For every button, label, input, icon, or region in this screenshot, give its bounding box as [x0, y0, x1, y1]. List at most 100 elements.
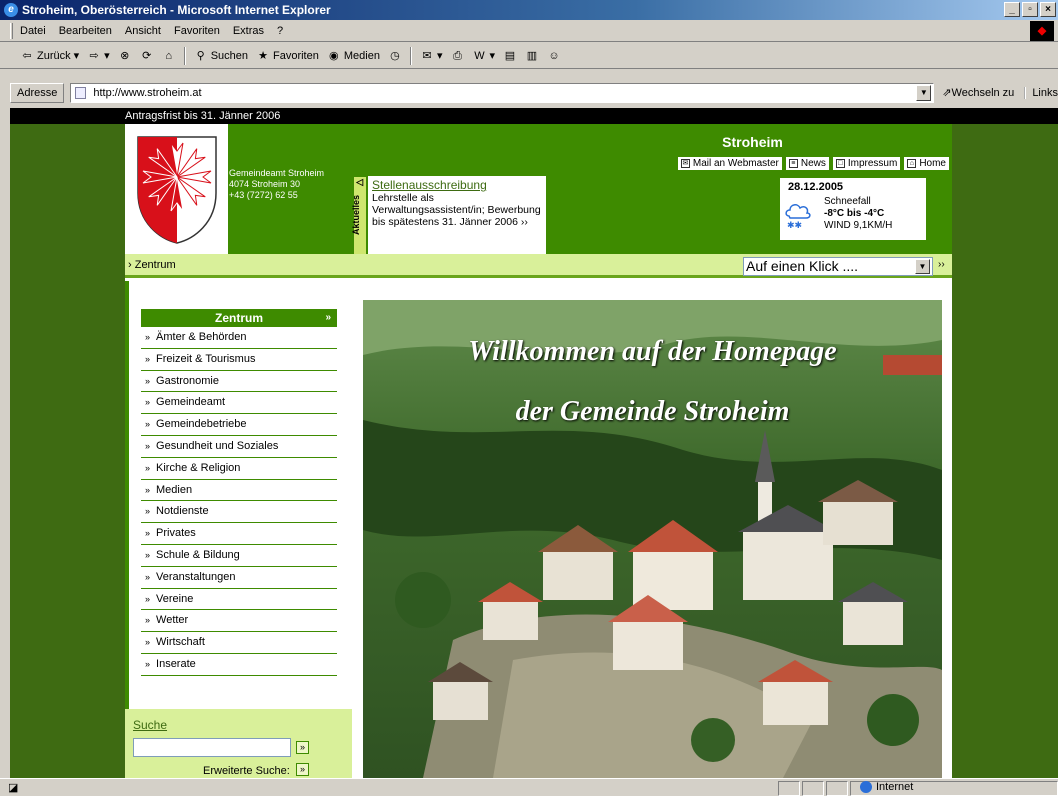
- address-input[interactable]: http://www.stroheim.at ▼: [70, 82, 935, 103]
- sidebar-item[interactable]: » Medien: [141, 479, 337, 502]
- window-title: Stroheim, Oberösterreich - Microsoft Int…: [22, 3, 331, 17]
- scroll-up-icon[interactable]: △: [354, 179, 365, 186]
- mail-webmaster-link[interactable]: ✉ Mail an Webmaster: [676, 156, 783, 171]
- back-button[interactable]: ⇦ Zurück ▾: [20, 49, 79, 63]
- search-input[interactable]: [133, 738, 291, 757]
- sidebar-item[interactable]: » Freizeit & Tourismus: [141, 348, 337, 371]
- history-button[interactable]: ◷: [388, 49, 402, 63]
- home-button[interactable]: ⌂: [162, 49, 176, 63]
- welcome-line-1: Willkommen auf der Homepage: [468, 336, 837, 367]
- mail-icon: ✉: [422, 49, 432, 62]
- research-button[interactable]: ▥: [525, 49, 539, 63]
- sidebar-item[interactable]: » Privates: [141, 523, 337, 545]
- go-button[interactable]: ⇗Wechseln zu: [942, 86, 1014, 99]
- sidebar: Zentrum» » Ämter & Behörden » Freizeit & T…: [125, 281, 352, 778]
- menu-datei[interactable]: Datei: [20, 25, 46, 37]
- bullet-icon: »: [145, 419, 151, 430]
- news-ticker: Antragsfrist bis 31. Jänner 2006: [10, 108, 1058, 124]
- home-icon: ⌂: [907, 159, 917, 168]
- advanced-search-button[interactable]: »: [296, 763, 309, 776]
- menu-bar: Datei Bearbeiten Ansicht Favoriten Extra…: [0, 20, 1058, 42]
- impressum-link[interactable]: □ Impressum: [831, 156, 902, 171]
- weather-condition: Schneefall: [824, 196, 871, 207]
- search-button[interactable]: ⚲ Suchen: [194, 49, 248, 63]
- bullet-icon: »: [145, 658, 151, 669]
- mail-icon: ✉: [680, 159, 690, 168]
- word-icon: W: [474, 49, 485, 62]
- media-button[interactable]: ◉ Medien: [327, 49, 380, 63]
- municipal-office-info: Gemeindeamt Stroheim 4074 Stroheim 30 +4…: [229, 168, 349, 201]
- bullet-icon: »: [145, 397, 151, 408]
- weather-box: 28.12.2005 ✱✱ Schneefall -8°C bis -4°C W…: [780, 178, 926, 240]
- maximize-button[interactable]: ▫: [1022, 2, 1038, 17]
- bullet-icon: »: [145, 484, 151, 495]
- menu-bearbeiten[interactable]: Bearbeiten: [59, 25, 112, 37]
- toolbar-separator: [409, 46, 412, 65]
- status-cell: [826, 781, 848, 796]
- news-headline-link[interactable]: Stellenausschreibung: [372, 178, 487, 192]
- office-address: 4074 Stroheim 30: [229, 179, 301, 189]
- favorites-button[interactable]: ★ Favoriten: [256, 49, 319, 63]
- menu-ansicht[interactable]: Ansicht: [125, 25, 161, 37]
- page-icon: [75, 86, 87, 99]
- sidebar-item[interactable]: » Kirche & Religion: [141, 457, 337, 480]
- quicklink-select[interactable]: Auf einen Klick .... ▼: [743, 257, 933, 276]
- address-dropdown-button[interactable]: ▼: [916, 84, 932, 101]
- search-label[interactable]: Suche: [133, 718, 167, 732]
- minimize-button[interactable]: _: [1004, 2, 1020, 17]
- edit-button[interactable]: W ▾: [472, 49, 495, 63]
- news-text: Lehrstelle als Verwaltungsassistent/in; …: [372, 192, 541, 228]
- address-url: http://www.stroheim.at: [93, 86, 202, 99]
- ie-icon: e: [4, 3, 18, 17]
- toolbar-grip: [10, 23, 13, 39]
- sidebar-item[interactable]: » Veranstaltungen: [141, 566, 337, 589]
- aktuelles-tab[interactable]: △ Aktuelles: [351, 176, 367, 255]
- discuss-button[interactable]: ▤: [503, 49, 517, 63]
- sidebar-item[interactable]: » Schule & Bildung: [141, 544, 337, 567]
- mail-button[interactable]: ✉ ▾: [420, 49, 442, 63]
- bullet-icon: »: [145, 375, 151, 386]
- menu-help[interactable]: ?: [277, 25, 283, 37]
- collapse-chevron-icon[interactable]: »: [325, 309, 331, 327]
- messenger-button[interactable]: ☺: [547, 49, 561, 63]
- discuss-icon: ▤: [504, 49, 516, 62]
- menu-favoriten[interactable]: Favoriten: [174, 25, 220, 37]
- refresh-button[interactable]: ⟳: [140, 49, 154, 63]
- bullet-icon: »: [145, 615, 151, 626]
- menu-extras[interactable]: Extras: [233, 25, 264, 37]
- news-panel: Stellenausschreibung Lehrstelle als Verw…: [368, 176, 546, 255]
- weather-panel: 28.12.2005 ✱✱ Schneefall -8°C bis -4°C W…: [548, 176, 952, 255]
- quicklink-go-button[interactable]: ››: [938, 259, 945, 270]
- close-button[interactable]: ×: [1040, 2, 1056, 17]
- snow-cloud-icon: ✱✱: [785, 204, 811, 230]
- sidebar-item[interactable]: » Gesundheit und Soziales: [141, 435, 337, 458]
- sidebar-item[interactable]: » Gemeindeamt: [141, 392, 337, 415]
- globe-icon: [860, 781, 872, 793]
- sidebar-item[interactable]: » Ämter & Behörden: [141, 327, 337, 349]
- breadcrumb[interactable]: › Zentrum: [128, 259, 176, 271]
- forward-button[interactable]: ⇨ ▾: [87, 49, 110, 63]
- search-go-button[interactable]: »: [296, 741, 309, 754]
- page-status-icon: ◪: [8, 782, 19, 794]
- menu-header[interactable]: Zentrum»: [141, 309, 337, 327]
- print-button[interactable]: ⎙: [450, 49, 464, 63]
- sidebar-item[interactable]: » Notdienste: [141, 501, 337, 524]
- news-link[interactable]: ≡ News: [784, 156, 830, 171]
- page-header: Gemeindeamt Stroheim 4074 Stroheim 30 +4…: [125, 124, 952, 255]
- book-icon: □: [835, 159, 845, 168]
- sidebar-item[interactable]: » Vereine: [141, 588, 337, 611]
- sidebar-item[interactable]: » Inserate: [141, 653, 337, 676]
- links-toolbar[interactable]: Links: [1024, 86, 1058, 99]
- chevron-down-icon[interactable]: ▼: [915, 259, 930, 274]
- office-phone: +43 (7272) 62 55: [229, 190, 298, 200]
- sidebar-item[interactable]: » Gemeindebetriebe: [141, 414, 337, 436]
- stop-button[interactable]: ⊗: [118, 49, 132, 63]
- weather-date: 28.12.2005: [788, 181, 844, 193]
- sidebar-item[interactable]: » Wetter: [141, 610, 337, 633]
- home-link[interactable]: ⌂ Home: [903, 156, 950, 171]
- svg-text:✱✱: ✱✱: [787, 221, 802, 230]
- status-cell: [778, 781, 800, 796]
- search-box: Suche » Erweiterte Suche: »: [125, 709, 352, 778]
- sidebar-item[interactable]: » Wirtschaft: [141, 632, 337, 654]
- sidebar-item[interactable]: » Gastronomie: [141, 370, 337, 393]
